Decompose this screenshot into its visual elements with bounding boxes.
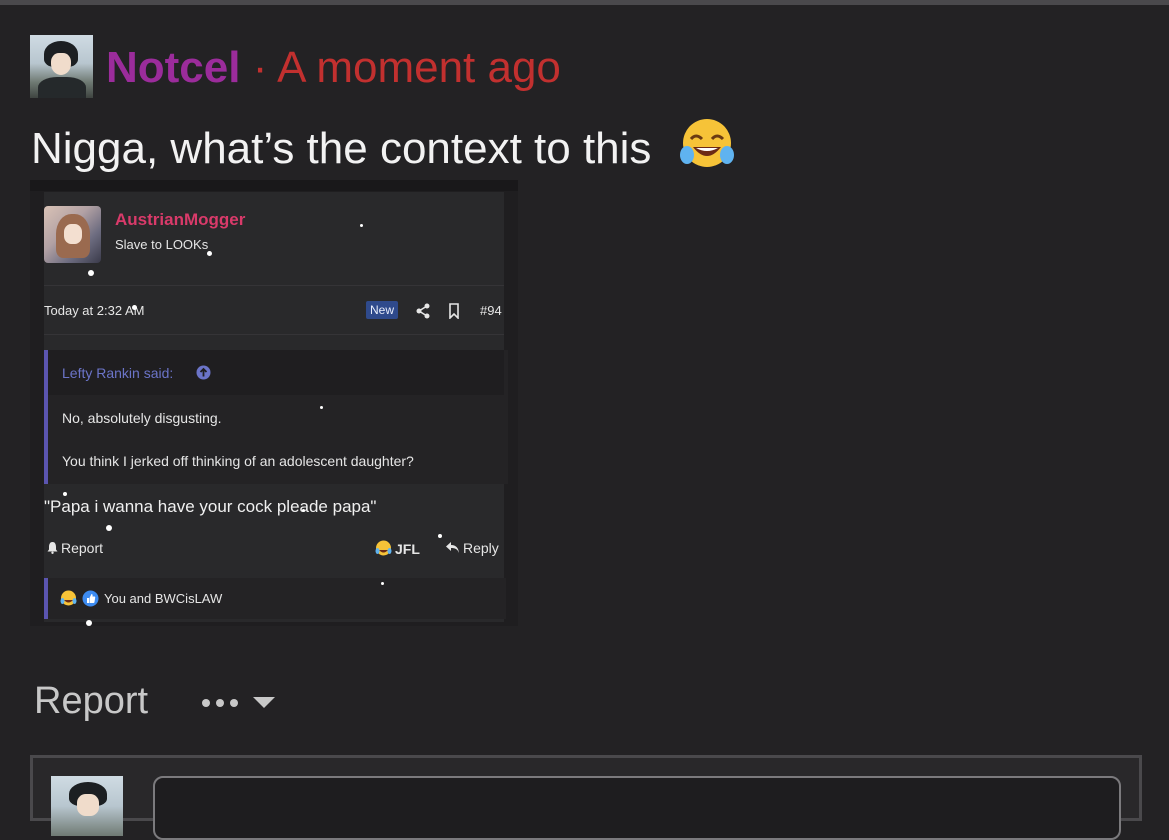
face-with-tears-of-joy-icon (680, 119, 734, 167)
new-badge: New (366, 301, 399, 319)
report-link[interactable]: Report (34, 680, 148, 723)
reactions-bar[interactable]: You and BWCisLAW (44, 578, 506, 619)
comment-timestamp: A moment ago (277, 43, 561, 92)
arrow-up-circle-icon[interactable] (196, 365, 211, 380)
reactions-text[interactable]: You and BWCisLAW (104, 591, 222, 606)
more-options-button[interactable] (200, 690, 280, 716)
user-avatar[interactable] (51, 776, 123, 836)
post-meta: Today at 2:32 AM New #94 (44, 300, 504, 324)
poster-title: Slave to LOOKs (115, 237, 209, 252)
post-header: AustrianMogger Slave to LOOKs (44, 192, 504, 286)
post-actions: Report JFL Reply (44, 540, 504, 562)
reaction-button[interactable]: JFL (375, 540, 420, 557)
bell-icon (47, 542, 58, 554)
poster-name[interactable]: AustrianMogger (115, 210, 245, 230)
reply-composer (30, 755, 1142, 840)
quote-header: Lefty Rankin said: (48, 350, 504, 395)
quote-block: Lefty Rankin said: No, absolutely disgus… (44, 350, 508, 484)
share-icon[interactable] (415, 303, 431, 319)
post-number[interactable]: #94 (480, 303, 502, 318)
thumbs-up-icon (82, 590, 99, 607)
comment-header: Notcel · A moment ago (106, 42, 561, 94)
bookmark-icon[interactable] (447, 303, 461, 319)
quote-line: No, absolutely disgusting. (62, 410, 222, 426)
comment-text: Nigga, what’s the context to this (31, 124, 652, 173)
meta-divider (44, 334, 504, 335)
author-avatar[interactable] (30, 35, 93, 98)
post-timestamp[interactable]: Today at 2:32 AM (44, 303, 144, 318)
reply-arrow-icon (446, 542, 459, 553)
reply-input[interactable] (153, 776, 1121, 840)
embed-topbar (30, 180, 518, 191)
author-name[interactable]: Notcel (106, 43, 240, 92)
header-separator: · (252, 43, 268, 92)
post-body: "Papa i wanna have your cock pleade papa… (44, 497, 377, 516)
face-with-tears-of-joy-icon (60, 590, 77, 606)
quote-attribution[interactable]: Lefty Rankin said: (62, 365, 173, 381)
reaction-label: JFL (395, 541, 420, 557)
reply-label: Reply (463, 540, 499, 556)
top-divider (0, 0, 1169, 5)
poster-avatar[interactable] (44, 206, 101, 263)
report-link[interactable]: Report (46, 540, 103, 556)
face-with-tears-of-joy-icon (375, 540, 392, 556)
report-label: Report (61, 540, 104, 556)
quote-line: You think I jerked off thinking of an ad… (62, 453, 414, 469)
embedded-screenshot: AustrianMogger Slave to LOOKs Today at 2… (30, 180, 518, 626)
reply-button[interactable]: Reply (445, 540, 499, 556)
forum-post: AustrianMogger Slave to LOOKs Today at 2… (44, 192, 508, 622)
